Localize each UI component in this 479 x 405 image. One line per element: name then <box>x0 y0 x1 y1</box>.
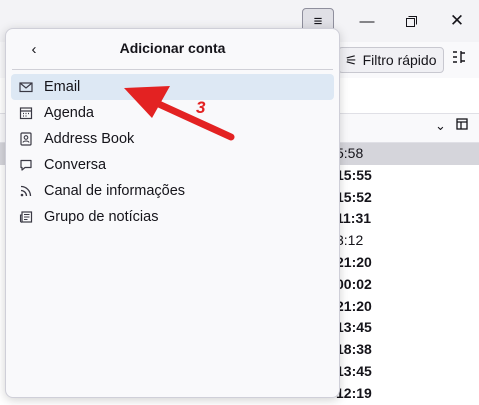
envelope-icon <box>18 79 34 95</box>
close-icon: ✕ <box>449 11 465 30</box>
message-time: 3:12 <box>336 232 364 249</box>
message-time: 21:20 <box>336 297 372 314</box>
account-type-newsgroup[interactable]: Grupo de notícias <box>11 204 334 230</box>
message-time: 11:31 <box>336 210 372 227</box>
account-type-list: Email Agenda Address Book Conversa Canal… <box>6 74 339 230</box>
message-time: 5:58 <box>336 145 364 161</box>
message-time: 15:52 <box>336 188 372 205</box>
message-time: 13:45 <box>336 319 372 336</box>
maximize-icon <box>405 15 417 27</box>
account-type-label: Conversa <box>44 157 107 173</box>
quick-filter-button[interactable]: ⚟ Filtro rápido <box>338 47 445 73</box>
quick-filter-label: Filtro rápido <box>362 52 437 68</box>
calendar-icon <box>18 105 34 121</box>
message-time: 12:19 <box>336 384 372 401</box>
account-type-label: Address Book <box>44 131 135 147</box>
close-button[interactable]: ✕ <box>441 7 473 35</box>
account-type-email[interactable]: Email <box>11 74 334 100</box>
add-account-panel: ‹ Adicionar conta Email Agenda Address B… <box>5 28 340 398</box>
minimize-icon: — <box>359 12 375 30</box>
message-time: 00:02 <box>336 275 372 292</box>
address-book-icon <box>18 131 34 147</box>
account-type-label: Grupo de notícias <box>44 209 159 225</box>
account-type-agenda[interactable]: Agenda <box>11 100 334 126</box>
layout-options-icon[interactable] <box>452 50 466 69</box>
newsgroup-icon <box>18 209 34 225</box>
message-time: 18:38 <box>336 341 372 358</box>
chevron-down-icon[interactable]: ⌄ <box>435 118 446 134</box>
account-type-address-book[interactable]: Address Book <box>11 126 334 152</box>
hamburger-icon: ≡ <box>313 12 323 30</box>
column-picker-icon[interactable] <box>456 118 468 133</box>
maximize-button[interactable] <box>395 7 427 35</box>
panel-title: Adicionar conta <box>119 40 226 56</box>
message-time: 21:20 <box>336 253 372 270</box>
account-type-label: Email <box>44 79 81 95</box>
chat-icon <box>18 157 34 173</box>
account-type-feed[interactable]: Canal de informações <box>11 178 334 204</box>
rss-icon <box>18 183 34 199</box>
step-number: 3 <box>196 98 206 117</box>
message-time: 13:45 <box>336 362 372 379</box>
minimize-button[interactable]: — <box>351 7 383 35</box>
account-type-label: Canal de informações <box>44 183 186 199</box>
account-type-chat[interactable]: Conversa <box>11 152 334 178</box>
message-time: 15:55 <box>336 166 372 183</box>
panel-header: ‹ Adicionar conta <box>12 29 333 70</box>
filter-icon: ⚟ <box>345 51 358 68</box>
account-type-label: Agenda <box>44 105 94 121</box>
